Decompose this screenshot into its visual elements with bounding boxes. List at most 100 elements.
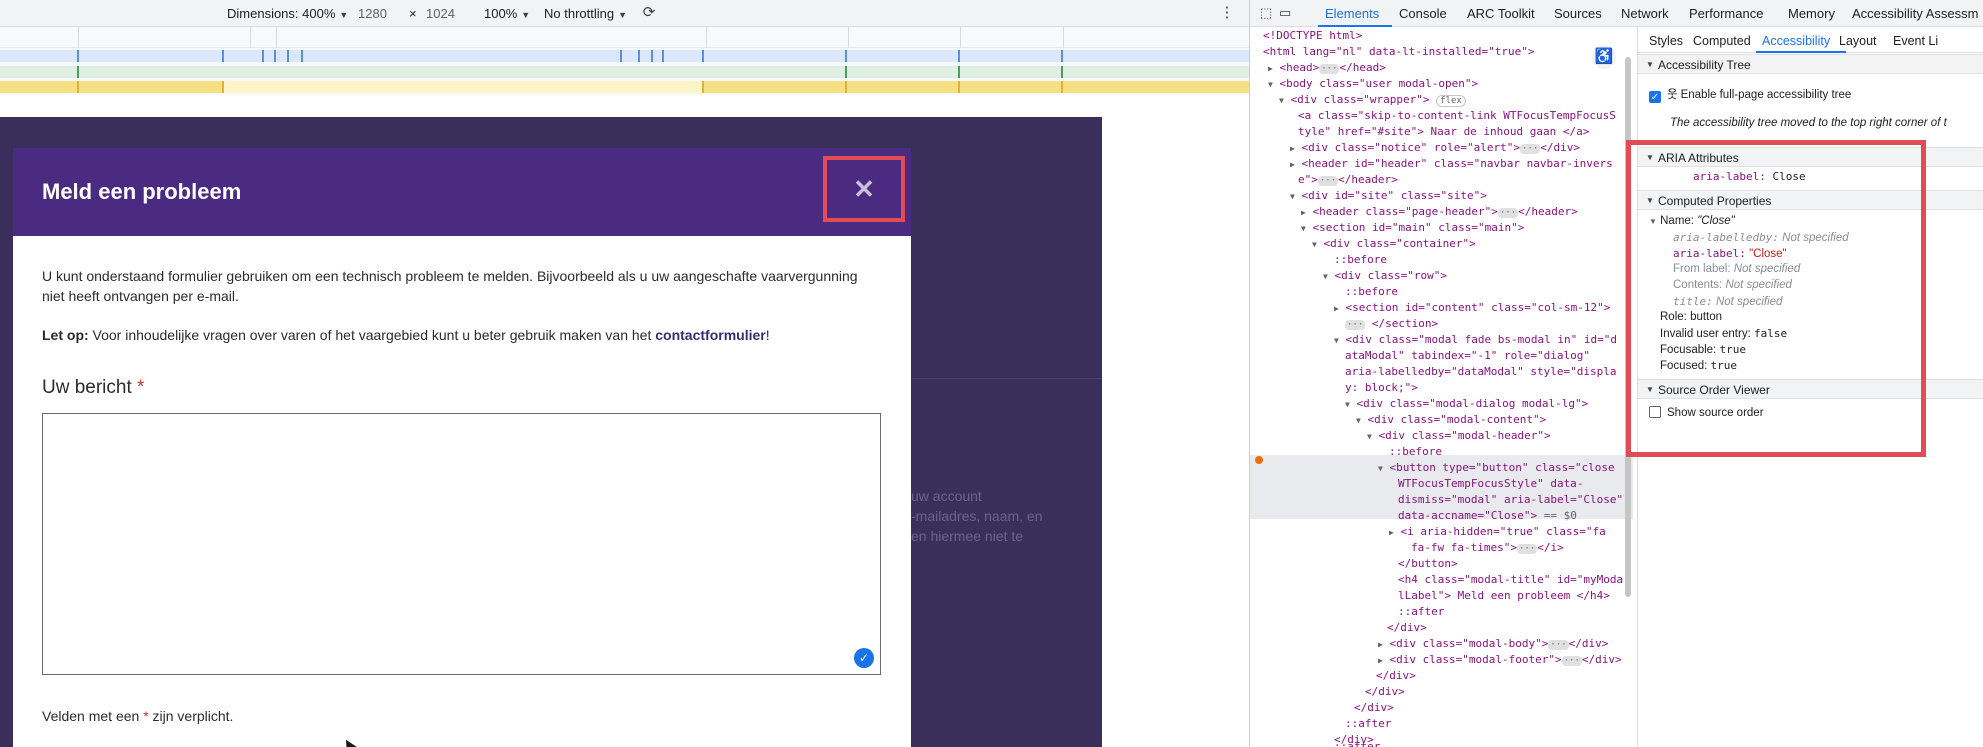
device-toolbar-icon[interactable]: ▭ (1279, 5, 1291, 21)
zoom-select[interactable]: 100% ▼ (484, 6, 530, 21)
dom-tag: <body class="user modal-open"> (1279, 77, 1479, 90)
dom-node[interactable]: </div> (1365, 684, 1405, 700)
dom-node[interactable]: </button> (1398, 556, 1458, 572)
moved-note: The accessibility tree moved to the top … (1670, 117, 1947, 129)
dom-node[interactable]: ▼ <div class="modal-header"> (1367, 428, 1551, 445)
dom-tag: <div class="modal-body"> (1389, 637, 1549, 650)
dom-node[interactable]: lLabel"> Meld een probleem </h4> (1398, 588, 1610, 604)
accessibility-tree-icon[interactable]: ♿ (1592, 45, 1616, 69)
dom-node[interactable]: y: block;"> (1345, 380, 1418, 396)
dom-tag: </header> (1518, 205, 1578, 218)
required-star: * (143, 708, 149, 724)
tab-accessibility-assessment[interactable]: Accessibility Assessm (1852, 6, 1978, 21)
chevron-down-icon: ▼ (521, 10, 531, 20)
dom-node-selected[interactable]: data-accname="Close"> == $0 (1398, 508, 1577, 524)
dom-node[interactable]: ▼ <section id="main" class="main"> (1301, 220, 1524, 237)
tab-accessibility[interactable]: Accessibility (1762, 34, 1830, 48)
dom-node[interactable]: ataModal" tabindex="-1" role="dialog" (1345, 348, 1590, 364)
contact-form-link[interactable]: contactformulier (655, 327, 765, 343)
more-options-icon[interactable]: ⋮ (1218, 4, 1236, 22)
dom-node-selected[interactable]: dismiss="modal" aria-label="Close" (1398, 492, 1623, 508)
tab-performance[interactable]: Performance (1689, 6, 1763, 21)
dom-node[interactable]: <h4 class="modal-title" id="myModa (1398, 572, 1623, 588)
tab-memory[interactable]: Memory (1788, 6, 1835, 21)
dom-node[interactable]: ▼ <div class="row"> (1323, 268, 1447, 285)
close-icon: ✕ (853, 174, 875, 204)
dom-node[interactable]: ▼ <div class="modal fade bs-modal in" id… (1334, 332, 1617, 349)
dom-node[interactable]: ::after (1398, 604, 1444, 620)
dimensions-select[interactable]: Dimensions: 400% ▼ (227, 6, 348, 21)
enable-full-page-tree[interactable]: ✓ 웃 Enable full-page accessibility tree (1649, 86, 1851, 103)
throttling-select[interactable]: No throttling ▼ (544, 6, 627, 21)
min-width-bar[interactable] (0, 81, 1249, 93)
dom-tag: <div class="modal-dialog modal-lg"> (1356, 397, 1589, 410)
media-query-bars (0, 27, 1249, 95)
device-toolbar: Dimensions: 400% ▼ 1280 × 1024 100% ▼ No t… (0, 0, 1249, 27)
width-input[interactable]: 1280 (358, 6, 387, 21)
tab-console[interactable]: Console (1399, 6, 1447, 21)
tab-layout[interactable]: Layout (1839, 34, 1877, 48)
dom-node[interactable]: ▼ <div class="modal-content"> (1356, 412, 1546, 429)
dom-node-selected[interactable]: WTFocusTempFocusStyle" data- (1398, 476, 1583, 492)
dom-node[interactable]: ▶ <section id="content" class="col-sm-12… (1334, 300, 1610, 317)
dom-node[interactable]: ▼ <div id="site" class="site"> (1290, 188, 1487, 205)
inspect-element-icon[interactable]: ⬚ (1260, 5, 1272, 21)
dom-node[interactable]: ▼ <div class="container"> (1312, 236, 1476, 253)
divider (912, 378, 1102, 379)
dom-node[interactable]: ▶ <header id="header" class="navbar navb… (1290, 156, 1613, 173)
dom-node[interactable]: <!DOCTYPE html> (1263, 28, 1362, 44)
dom-node[interactable]: tyle" href="#site"> Naar de inhoud gaan … (1298, 124, 1589, 140)
tab-arc-toolkit[interactable]: ARC Toolkit (1467, 6, 1535, 21)
dom-eq-marker: == $0 (1543, 509, 1577, 522)
check-icon: ✓ (854, 648, 874, 668)
modal-header: Meld een probleem ✕ (13, 148, 911, 236)
message-label-text: Uw bericht (42, 377, 132, 398)
page-background (1102, 117, 1249, 747)
dom-tag: <div id="site" class="site"> (1301, 189, 1487, 202)
breakpoint-dot (1255, 456, 1263, 464)
tab-elements[interactable]: Elements (1325, 6, 1379, 21)
height-input[interactable]: 1024 (426, 6, 455, 21)
dom-node[interactable]: </div> (1354, 700, 1394, 716)
dom-node[interactable]: ::before (1334, 252, 1387, 268)
dom-node[interactable]: ::after (1345, 716, 1391, 732)
dom-node[interactable]: ::before (1389, 444, 1442, 460)
dom-node[interactable]: ▼ <div class="modal-dialog modal-lg"> (1345, 396, 1588, 413)
chevron-down-icon: ▼ (1646, 60, 1654, 69)
dom-node[interactable]: aria-labelledby="dataModal" style="displ… (1345, 364, 1617, 380)
dom-node[interactable]: </div> (1376, 668, 1416, 684)
accessibility-tree-section[interactable]: ▼ Accessibility Tree (1638, 54, 1983, 74)
close-button[interactable]: ✕ (823, 156, 905, 222)
dom-tag: <div class="container"> (1323, 237, 1476, 250)
rotate-icon[interactable]: ⟳ (640, 4, 658, 22)
chevron-down-icon: ▼ (339, 10, 349, 20)
dom-tag: e"> (1298, 173, 1318, 186)
dom-tag: <div class="modal-footer"> (1389, 653, 1562, 666)
dom-node[interactable]: <a class="skip-to-content-link WTFocusTe… (1298, 108, 1616, 124)
dom-node[interactable]: ::after (1334, 739, 1380, 747)
note-text: Let op: Voor inhoudelijke vragen over va… (42, 325, 882, 345)
dom-tag: <div class="notice" role="alert"> (1301, 141, 1520, 154)
dom-tag: <div class="modal fade bs-modal in" id="… (1345, 333, 1617, 346)
background-text: -mailadres, naam, en (911, 508, 1043, 524)
times-glyph: × (409, 6, 417, 21)
dom-node-selected[interactable]: ▼ <button type="button" class="close (1378, 460, 1615, 477)
tab-event-listeners[interactable]: Event Li (1893, 34, 1938, 48)
tab-styles[interactable]: Styles (1649, 34, 1683, 48)
dom-node[interactable]: ▶ <i aria-hidden="true" class="fa (1389, 524, 1606, 541)
min-max-width-bar[interactable] (0, 66, 1249, 78)
tab-sources[interactable]: Sources (1554, 6, 1602, 21)
required-note: Velden met een * zijn verplicht. (42, 708, 233, 724)
message-textarea[interactable]: ✓ (42, 413, 881, 675)
tab-computed[interactable]: Computed (1693, 34, 1751, 48)
max-width-bar[interactable] (0, 50, 1249, 62)
tab-network[interactable]: Network (1621, 6, 1669, 21)
enable-full-page-checkbox[interactable]: ✓ (1649, 91, 1661, 103)
dom-node[interactable]: ::before (1345, 284, 1398, 300)
modal-dialog: Meld een probleem ✕ U kunt onderstaand f… (13, 148, 911, 747)
dimensions-label: Dimensions: 400% (227, 6, 336, 21)
dom-node[interactable]: <html lang="nl" data-lt-installed="true"… (1263, 44, 1535, 60)
flex-badge[interactable]: flex (1436, 95, 1466, 107)
dom-node[interactable]: </div> (1387, 620, 1427, 636)
dom-node[interactable]: ▼ <body class="user modal-open"> (1268, 76, 1478, 93)
